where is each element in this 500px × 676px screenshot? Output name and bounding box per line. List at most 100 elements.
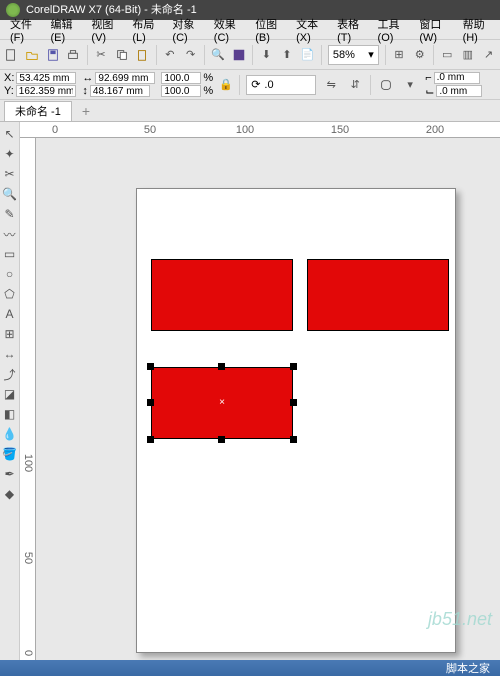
menu-edit[interactable]: 编辑(E) xyxy=(44,14,83,46)
work-area: ↖ ✦ ✂ 🔍 ✎ 〰 ▭ ○ ⬠ A ⊞ ↔ ⤴ ◪ ◧ 💧 🪣 ✒ ◆ 0 … xyxy=(0,122,500,660)
separator xyxy=(87,45,88,65)
fill-tool-icon[interactable]: 🪣 xyxy=(2,446,18,462)
mirror-h-icon[interactable]: ⇋ xyxy=(322,76,340,94)
connector-tool-icon[interactable]: ⤴ xyxy=(2,366,18,382)
scale-x-input[interactable] xyxy=(161,72,201,84)
x-label: X: xyxy=(4,72,14,84)
ruler-vertical: 0 50 100 xyxy=(20,138,36,660)
canvas[interactable]: × jb51.net xyxy=(36,138,500,660)
separator xyxy=(156,45,157,65)
shape-tool-icon[interactable]: ✦ xyxy=(2,146,18,162)
publish-icon[interactable]: 📄 xyxy=(300,46,315,64)
freehand-tool-icon[interactable]: ✎ xyxy=(2,206,18,222)
snap-icon[interactable]: ⊞ xyxy=(392,46,407,64)
handle-bm[interactable] xyxy=(218,436,225,443)
artistic-tool-icon[interactable]: 〰 xyxy=(2,226,18,242)
x-input[interactable] xyxy=(16,72,76,84)
export-icon[interactable]: ⬆ xyxy=(280,46,295,64)
separator xyxy=(433,45,434,65)
handle-tl[interactable] xyxy=(147,363,154,370)
copy-icon[interactable] xyxy=(114,46,129,64)
outline-tool-icon[interactable]: ✒ xyxy=(2,466,18,482)
new-icon[interactable] xyxy=(4,46,19,64)
corner-bl-input[interactable] xyxy=(436,85,482,97)
handle-mr[interactable] xyxy=(290,399,297,406)
options-icon[interactable]: ⚙ xyxy=(412,46,427,64)
dropshadow-tool-icon[interactable]: ◪ xyxy=(2,386,18,402)
corner-radius-group: ⌐ ⌙ xyxy=(425,72,482,98)
handle-tr[interactable] xyxy=(290,363,297,370)
selection-handles: × xyxy=(151,367,293,439)
height-icon: ↕ xyxy=(82,85,88,97)
width-input[interactable] xyxy=(95,72,155,84)
toolbox: ↖ ✦ ✂ 🔍 ✎ 〰 ▭ ○ ⬠ A ⊞ ↔ ⤴ ◪ ◧ 💧 🪣 ✒ ◆ xyxy=(0,122,20,660)
mirror-v-icon[interactable]: ⇵ xyxy=(346,76,364,94)
menu-file[interactable]: 文件(F) xyxy=(4,14,42,46)
open-icon[interactable] xyxy=(25,46,40,64)
save-icon[interactable] xyxy=(45,46,60,64)
selection-center-icon[interactable]: × xyxy=(218,399,226,407)
fill2-tool-icon[interactable]: ◆ xyxy=(2,486,18,502)
handle-ml[interactable] xyxy=(147,399,154,406)
separator xyxy=(239,75,240,95)
distribute-icon[interactable]: ▥ xyxy=(461,46,476,64)
menu-layout[interactable]: 布局(L) xyxy=(126,14,164,46)
menu-effects[interactable]: 效果(C) xyxy=(208,14,247,46)
separator xyxy=(385,45,386,65)
menu-view[interactable]: 视图(V) xyxy=(85,14,124,46)
cut-icon[interactable]: ✂ xyxy=(94,46,109,64)
ellipse-tool-icon[interactable]: ○ xyxy=(2,266,18,282)
pick-tool-icon[interactable]: ↖ xyxy=(2,126,18,142)
text-tool-icon[interactable]: A xyxy=(2,306,18,322)
new-tab-button[interactable]: + xyxy=(76,103,96,119)
height-input[interactable] xyxy=(90,85,150,97)
shape-rectangle-1[interactable] xyxy=(151,259,293,331)
size-group: ↔ ↕ xyxy=(82,72,155,97)
shape-rectangle-2[interactable] xyxy=(307,259,449,331)
ruler-horizontal: 0 50 100 150 200 xyxy=(20,122,500,138)
launch2-icon[interactable]: ↗ xyxy=(481,46,496,64)
import-icon[interactable]: ⬇ xyxy=(259,46,274,64)
corner-icon[interactable] xyxy=(377,76,395,94)
property-bar: X: Y: ↔ ↕ % % 🔒 ⟳.0 ⇋ ⇵ ▾ ⌐ ⌙ xyxy=(0,70,500,100)
menu-help[interactable]: 帮助(H) xyxy=(457,14,496,46)
menu-object[interactable]: 对象(C) xyxy=(166,14,205,46)
menu-text[interactable]: 文本(X) xyxy=(290,14,329,46)
corner-tl-input[interactable] xyxy=(434,72,480,84)
menu-bitmap[interactable]: 位图(B) xyxy=(249,14,288,46)
redo-icon[interactable]: ↷ xyxy=(183,46,198,64)
launch-icon[interactable] xyxy=(231,46,246,64)
scale-y-input[interactable] xyxy=(161,85,201,97)
rectangle-tool-icon[interactable]: ▭ xyxy=(2,246,18,262)
rotation-input[interactable]: ⟳.0 xyxy=(246,75,316,95)
print-icon[interactable] xyxy=(66,46,81,64)
handle-bl[interactable] xyxy=(147,436,154,443)
zoom-level[interactable]: 58%▾ xyxy=(328,45,379,65)
paste-icon[interactable] xyxy=(135,46,150,64)
document-tab[interactable]: 未命名 -1 xyxy=(4,101,72,121)
polygon-tool-icon[interactable]: ⬠ xyxy=(2,286,18,302)
dimension-tool-icon[interactable]: ↔ xyxy=(2,346,18,362)
corner2-icon[interactable]: ▾ xyxy=(401,76,419,94)
menu-table[interactable]: 表格(T) xyxy=(331,14,369,46)
undo-icon[interactable]: ↶ xyxy=(163,46,178,64)
footer-bar: 脚本之家 xyxy=(0,660,500,676)
menu-tools[interactable]: 工具(O) xyxy=(372,14,412,46)
transparency-tool-icon[interactable]: ◧ xyxy=(2,406,18,422)
corner-bl-icon: ⌙ xyxy=(425,85,434,98)
lock-ratio-icon[interactable]: 🔒 xyxy=(219,78,233,92)
table-tool-icon[interactable]: ⊞ xyxy=(2,326,18,342)
separator xyxy=(321,45,322,65)
handle-br[interactable] xyxy=(290,436,297,443)
y-input[interactable] xyxy=(16,85,76,97)
menu-window[interactable]: 窗口(W) xyxy=(413,14,454,46)
crop-tool-icon[interactable]: ✂ xyxy=(2,166,18,182)
document-tabs: 未命名 -1 + xyxy=(0,100,500,122)
zoom-tool-icon[interactable]: 🔍 xyxy=(2,186,18,202)
search-icon[interactable]: 🔍 xyxy=(211,46,226,64)
align-icon[interactable]: ▭ xyxy=(440,46,455,64)
handle-tm[interactable] xyxy=(218,363,225,370)
y-label: Y: xyxy=(4,85,14,97)
eyedropper-tool-icon[interactable]: 💧 xyxy=(2,426,18,442)
position-group: X: Y: xyxy=(4,72,76,97)
